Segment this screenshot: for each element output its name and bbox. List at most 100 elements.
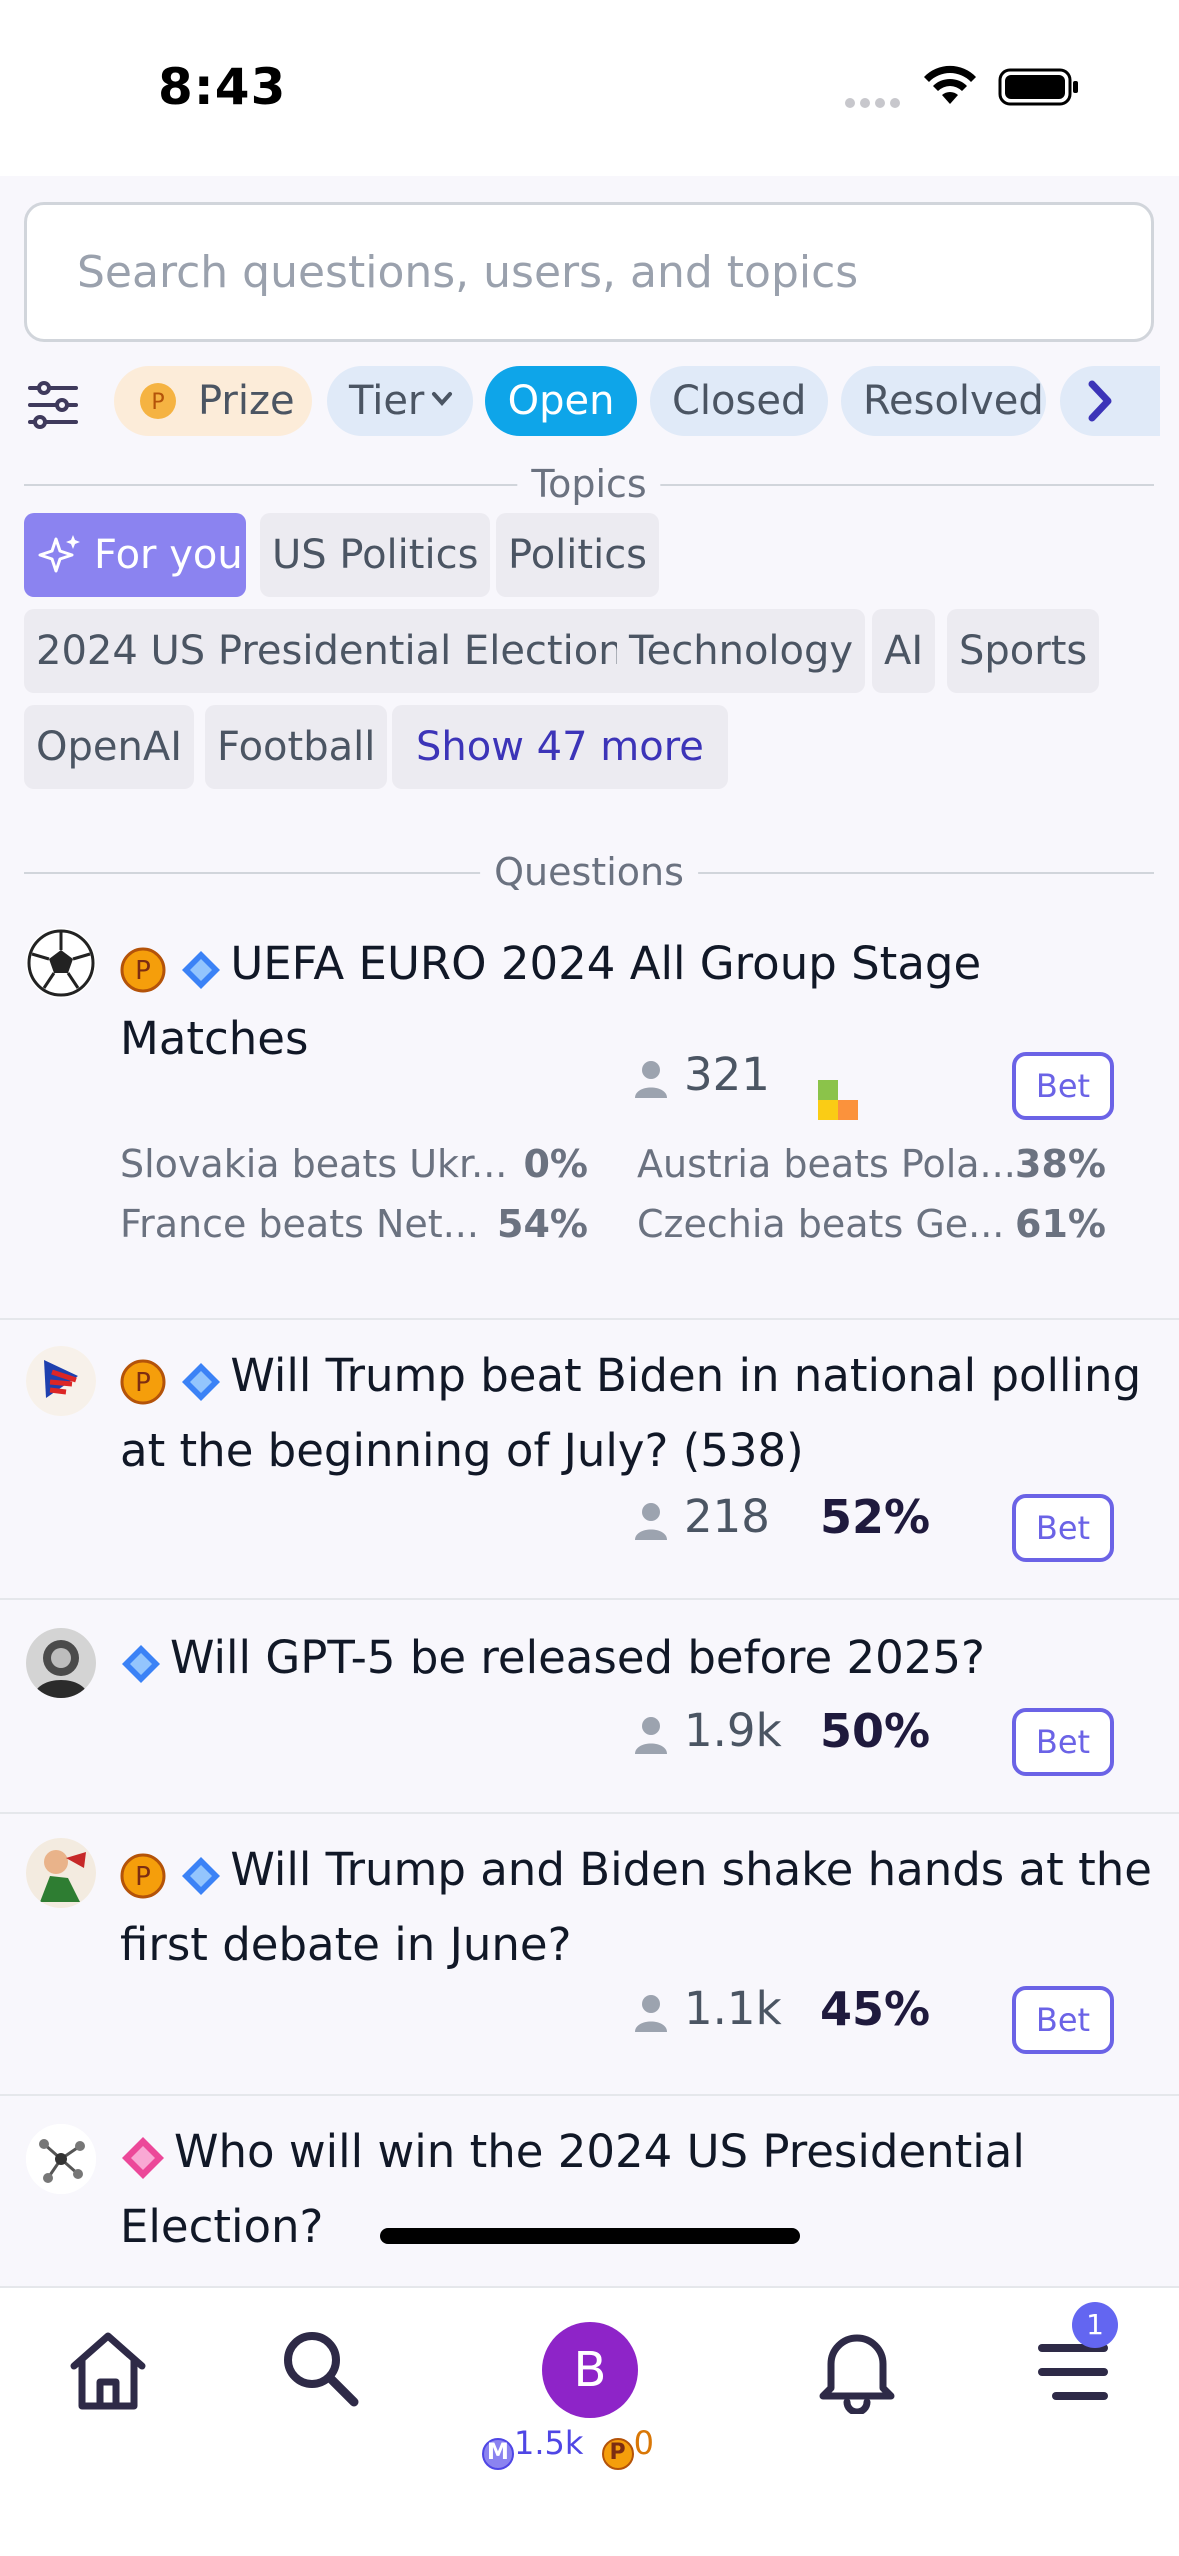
status-bar: 8:43: [0, 0, 1179, 176]
mana-balance: 1.5k: [514, 2424, 584, 2462]
filter-tier-label: Tier: [349, 378, 425, 424]
prize-balance: 0: [633, 2424, 654, 2462]
user-icon: [635, 1061, 667, 1098]
prize-coin-icon: P: [120, 947, 166, 993]
main-content: P Prize Tier Open Closed Resolved Topics…: [0, 176, 1179, 2286]
traders-count: 1.1k: [632, 1982, 782, 2035]
menu-icon[interactable]: [1036, 2338, 1110, 2408]
home-icon[interactable]: [66, 2328, 150, 2412]
question-title[interactable]: Will GPT-5 be released before 2025?: [120, 1622, 1160, 1697]
user-icon: [635, 1503, 667, 1540]
user-avatar[interactable]: [26, 1346, 96, 1416]
status-time: 8:43: [158, 58, 287, 116]
traders-count: 1.9k: [632, 1704, 782, 1757]
question-title-text: UEFA EURO 2024 All Group Stage Matches: [120, 937, 982, 1065]
bell-icon[interactable]: [815, 2324, 899, 2414]
mana-coin-icon: M: [482, 2438, 514, 2470]
chevron-right-icon: [1088, 380, 1112, 422]
user-avatar[interactable]: [26, 1628, 96, 1698]
filter-prize-pill[interactable]: P Prize: [114, 366, 312, 436]
topic-for-you-label: For you: [94, 532, 243, 578]
answer-text[interactable]: Slovakia beats Ukr...: [120, 1142, 507, 1186]
profile-avatar[interactable]: B: [542, 2322, 638, 2418]
topic-for-you[interactable]: For you: [24, 513, 246, 597]
filter-closed-pill[interactable]: Closed: [650, 366, 828, 436]
topic-politics[interactable]: Politics: [496, 513, 660, 597]
svg-text:P: P: [135, 1368, 151, 1398]
question-card[interactable]: Who will win the 2024 US Presidential El…: [0, 2098, 1179, 2286]
user-avatar[interactable]: [26, 2124, 96, 2194]
user-photo-icon: [26, 1628, 96, 1698]
search-box[interactable]: [24, 202, 1154, 342]
question-title-text: Will Trump and Biden shake hands at the …: [120, 1843, 1152, 1971]
prize-coin-icon: P: [120, 1853, 166, 1899]
topic-sports[interactable]: Sports: [947, 609, 1100, 693]
home-indicator: [380, 2228, 800, 2244]
multi-answer-chart-icon: [818, 1080, 858, 1120]
wifi-icon: [924, 65, 976, 104]
traders-count: 321: [632, 1048, 770, 1101]
blue-diamond-icon: [182, 1363, 221, 1401]
answer-probability: 61%: [1015, 1202, 1106, 1246]
answer-text[interactable]: France beats Net...: [120, 1202, 479, 1246]
question-title[interactable]: P Will Trump beat Biden in national poll…: [120, 1340, 1160, 1487]
topic-openai[interactable]: OpenAI: [24, 705, 194, 789]
prize-coin-icon: P: [120, 1359, 166, 1405]
bet-button[interactable]: Bet: [1012, 1052, 1114, 1120]
questions-heading: Questions: [480, 849, 698, 895]
answer-probability: 38%: [1015, 1142, 1106, 1186]
topic-ai[interactable]: AI: [872, 609, 936, 693]
flag-avatar-icon: [26, 1346, 96, 1416]
chevron-down-icon: [432, 392, 452, 407]
svg-text:P: P: [135, 956, 151, 986]
notification-badge: 1: [1072, 2302, 1118, 2348]
topic-2024-us-presidential-election[interactable]: 2024 US Presidential Election: [24, 609, 636, 693]
probability: 45%: [820, 1982, 931, 2036]
question-title-text: Will GPT-5 be released before 2025?: [170, 1631, 985, 1684]
topic-us-politics[interactable]: US Politics: [260, 513, 491, 597]
filter-tier-dropdown[interactable]: Tier: [327, 366, 473, 436]
bottom-navigation: B M 1.5k P0 1: [0, 2286, 1179, 2556]
bet-button[interactable]: Bet: [1012, 1986, 1114, 2054]
topics-divider: Topics: [24, 461, 1154, 507]
topic-technology[interactable]: Technology: [617, 609, 866, 693]
balance-display[interactable]: M 1.5k P0: [482, 2424, 654, 2470]
user-avatar[interactable]: [26, 928, 96, 998]
prize-coin-icon: P: [601, 2438, 634, 2470]
blue-diamond-icon: [182, 951, 221, 989]
probability: 52%: [820, 1490, 931, 1544]
question-title[interactable]: P Will Trump and Biden shake hands at th…: [120, 1834, 1160, 1981]
user-icon: [635, 1717, 667, 1754]
filter-prize-label: Prize: [198, 378, 295, 424]
scroll-filters-right-button[interactable]: [1060, 366, 1160, 436]
sparkles-icon: [38, 535, 80, 573]
user-icon: [635, 1995, 667, 2032]
bet-button[interactable]: Bet: [1012, 1708, 1114, 1776]
user-avatar[interactable]: [26, 1838, 96, 1908]
prize-coin-icon: P: [140, 383, 176, 419]
pink-diamond-icon: [122, 2137, 164, 2179]
show-more-topics-button[interactable]: Show 47 more: [392, 705, 728, 789]
search-icon[interactable]: [278, 2326, 362, 2410]
blue-diamond-icon: [182, 1857, 221, 1895]
question-card[interactable]: P UEFA EURO 2024 All Group Stage Matches…: [0, 910, 1179, 1320]
cellular-signal-icon: [845, 93, 905, 108]
filter-open-pill[interactable]: Open: [485, 366, 637, 436]
question-card[interactable]: Will GPT-5 be released before 2025? 1.9k…: [0, 1602, 1179, 1814]
answer-text[interactable]: Austria beats Pola...: [637, 1142, 1016, 1186]
topic-football[interactable]: Football: [205, 705, 388, 789]
bet-button[interactable]: Bet: [1012, 1494, 1114, 1562]
search-input[interactable]: [77, 205, 1077, 339]
answer-text[interactable]: Czechia beats Ge...: [637, 1202, 1004, 1246]
filter-row: P Prize Tier Open Closed Resolved: [0, 366, 1179, 446]
svg-text:P: P: [151, 390, 164, 415]
question-card[interactable]: P Will Trump beat Biden in national poll…: [0, 1322, 1179, 1600]
answer-probability: 54%: [497, 1202, 588, 1246]
svg-text:P: P: [135, 1862, 151, 1892]
question-card[interactable]: P Will Trump and Biden shake hands at th…: [0, 1816, 1179, 2096]
network-avatar-icon: [26, 2124, 96, 2194]
traders-count: 218: [632, 1490, 770, 1543]
illustration-avatar-icon: [26, 1838, 96, 1908]
filter-settings-icon[interactable]: [26, 380, 80, 430]
filter-resolved-pill[interactable]: Resolved: [841, 366, 1046, 436]
